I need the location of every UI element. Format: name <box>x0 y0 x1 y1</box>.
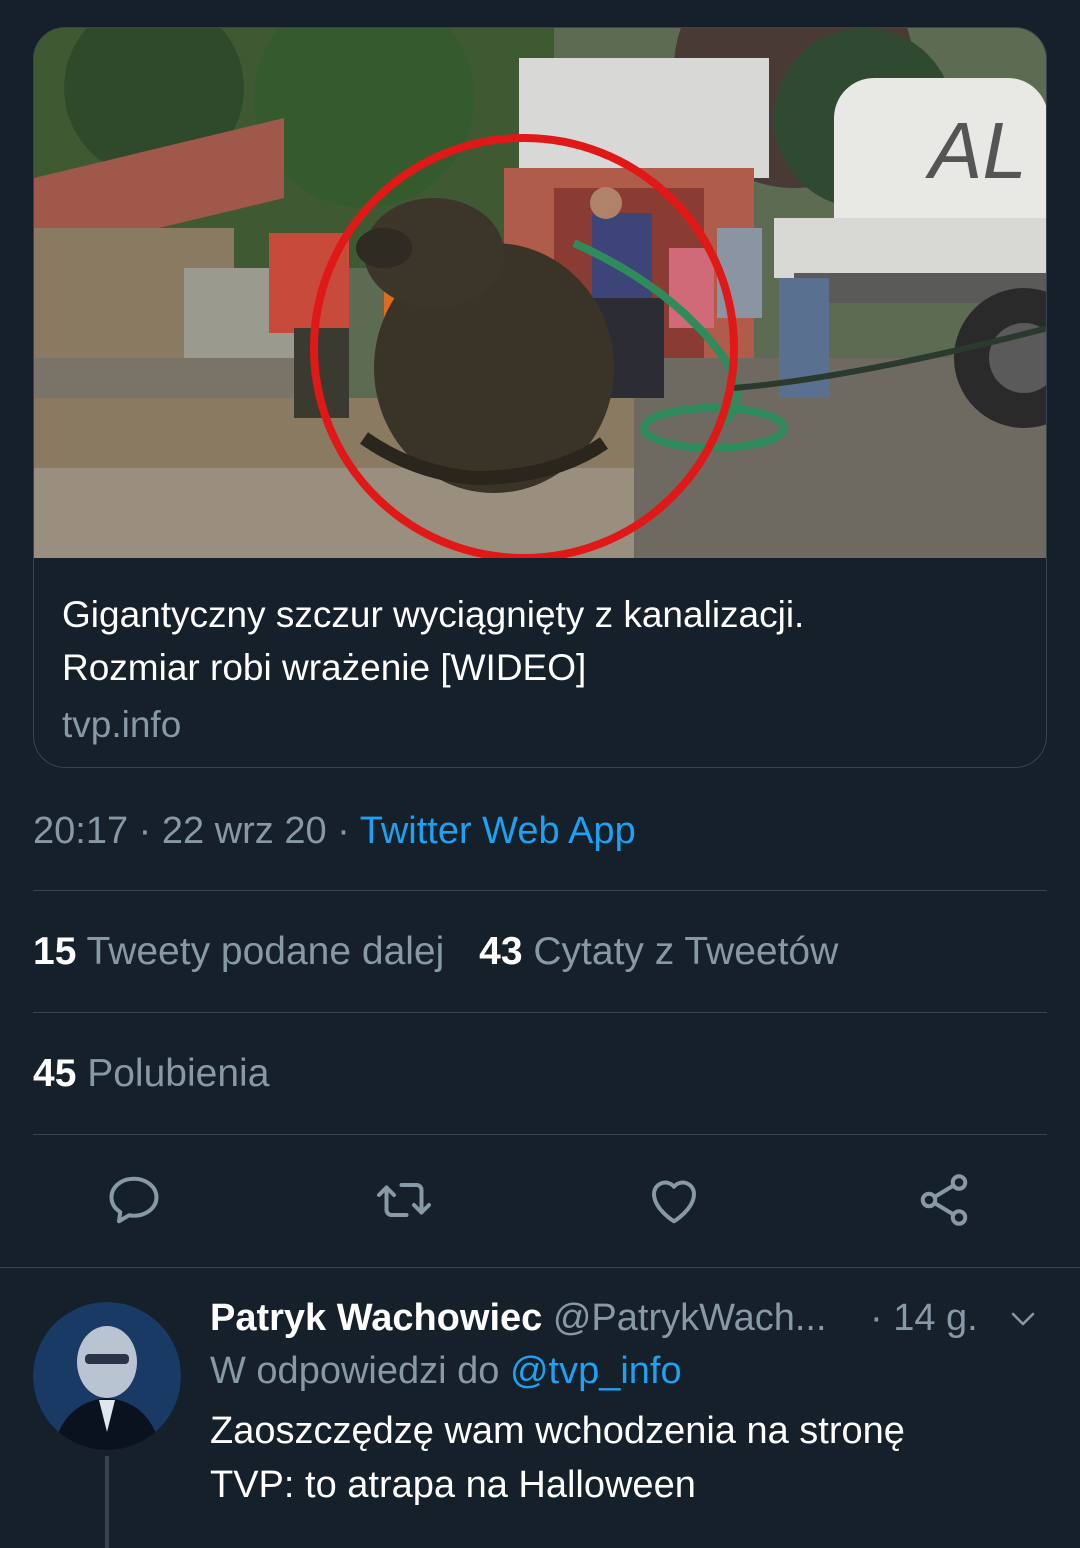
avatar-portrait-icon <box>33 1302 181 1450</box>
link-preview-image[interactable]: AL <box>34 28 1046 558</box>
tweet-source-link[interactable]: Twitter Web App <box>360 810 636 852</box>
share-icon <box>920 1174 968 1226</box>
replying-to-label: W odpowiedzi do <box>210 1350 500 1392</box>
link-preview-text: Gigantyczny szczur wyciągnięty z kanaliz… <box>62 588 1018 750</box>
separator-dot: · <box>128 810 162 852</box>
thread-line <box>105 1456 109 1548</box>
divider <box>33 1012 1047 1013</box>
likes-stat[interactable]: 45 Polubienia <box>33 1051 269 1097</box>
tweet-time[interactable]: 20:17 <box>33 810 128 852</box>
quotes-count: 43 <box>479 930 523 973</box>
retweets-count: 15 <box>33 930 77 973</box>
engagement-row-1: 15 Tweety podane dalej 43 Cytaty z Tweet… <box>33 929 838 975</box>
replying-to-line: W odpowiedzi do @tvp_info <box>210 1344 1050 1398</box>
likes-label: Polubienia <box>87 1052 270 1095</box>
quotes-label: Cytaty z Tweetów <box>533 930 839 973</box>
likes-count: 45 <box>33 1052 77 1095</box>
share-button[interactable] <box>914 1170 974 1230</box>
link-preview-card[interactable]: AL Gigantyczny szczur wyciągnięty z kana… <box>33 27 1047 768</box>
reply-time[interactable]: · 14 g. <box>870 1292 978 1344</box>
divider <box>0 1267 1080 1268</box>
link-title-line-2: Rozmiar robi wrażenie [WIDEO] <box>62 647 587 688</box>
retweets-label: Tweety podane dalej <box>86 930 445 973</box>
separator-dot: · <box>326 810 360 852</box>
divider <box>33 1134 1047 1135</box>
engagement-row-2: 45 Polubienia <box>33 1051 269 1097</box>
reply-text: Zaoszczędzę wam wchodzenia na stronę TVP… <box>210 1404 1050 1512</box>
heart-icon <box>652 1180 696 1224</box>
retweet-icon <box>377 1183 431 1217</box>
chevron-down-icon[interactable] <box>1006 1304 1040 1334</box>
reply-tweet[interactable]: Patryk Wachowiec @PatrykWach... · 14 g. … <box>210 1292 1050 1512</box>
like-button[interactable] <box>644 1170 704 1230</box>
link-title: Gigantyczny szczur wyciągnięty z kanaliz… <box>62 588 1018 694</box>
reply-text-line-1: Zaoszczędzę wam wchodzenia na stronę <box>210 1410 905 1452</box>
rat-photo: AL <box>34 28 1046 558</box>
reply-author-name[interactable]: Patryk Wachowiec <box>210 1297 542 1339</box>
replying-to-mention[interactable]: @tvp_info <box>510 1350 682 1392</box>
quotes-stat[interactable]: 43 Cytaty z Tweetów <box>479 929 838 975</box>
divider <box>33 890 1047 891</box>
reply-author-handle[interactable]: @PatrykWach... <box>553 1297 827 1339</box>
reply-header: Patryk Wachowiec @PatrykWach... · 14 g. <box>210 1292 1050 1344</box>
reply-icon <box>109 1176 159 1224</box>
tweet-date[interactable]: 22 wrz 20 <box>162 810 327 852</box>
tweet-timestamp-line: 20:17 · 22 wrz 20 · Twitter Web App <box>33 808 636 854</box>
link-title-line-1: Gigantyczny szczur wyciągnięty z kanaliz… <box>62 594 805 635</box>
reply-button[interactable] <box>104 1170 164 1230</box>
retweets-stat[interactable]: 15 Tweety podane dalej <box>33 929 444 975</box>
reply-avatar[interactable] <box>33 1302 181 1450</box>
tweet-detail-page: AL Gigantyczny szczur wyciągnięty z kana… <box>0 0 1080 1548</box>
reply-text-line-2: TVP: to atrapa na Halloween <box>210 1464 696 1506</box>
link-domain: tvp.info <box>62 704 182 745</box>
truck-lettering: AL <box>925 106 1027 195</box>
retweet-button[interactable] <box>374 1170 434 1230</box>
